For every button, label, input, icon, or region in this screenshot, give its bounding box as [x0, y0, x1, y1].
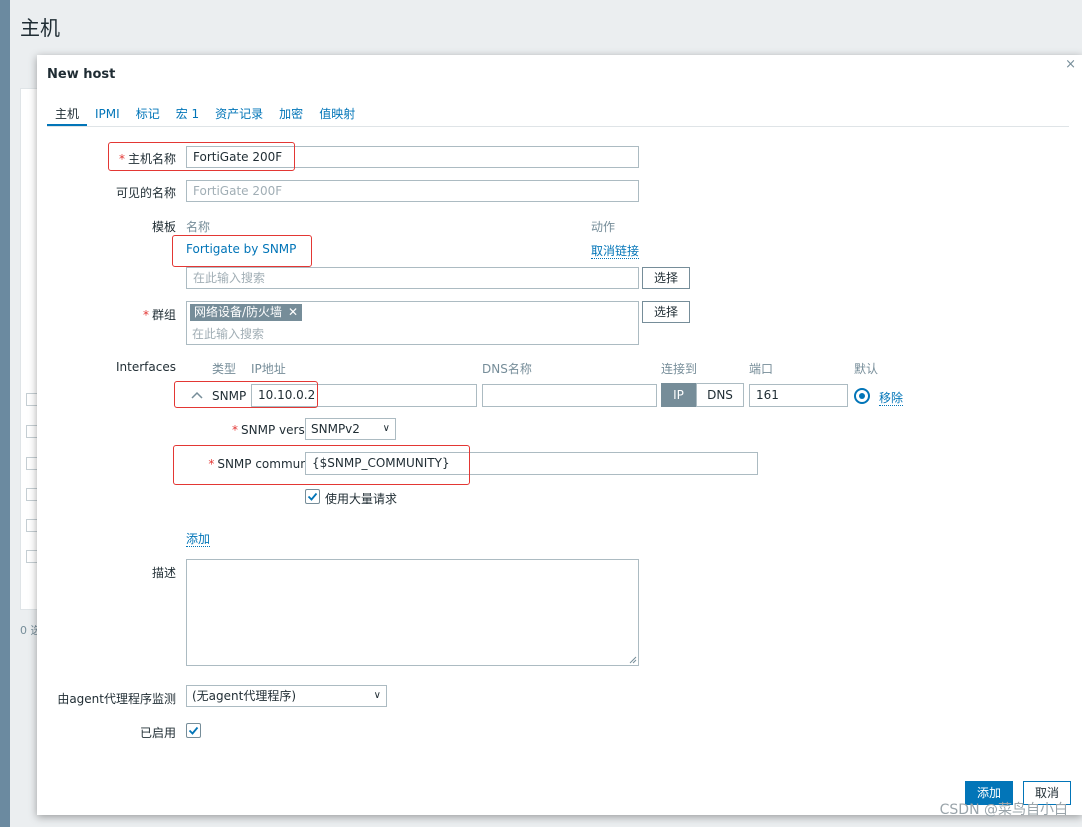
tab-ipmi[interactable]: IPMI — [87, 104, 128, 126]
highlight-box-snmp-community — [173, 445, 470, 485]
page-header — [10, 0, 1082, 48]
iface-dns-input[interactable] — [482, 384, 657, 407]
description-textarea[interactable] — [186, 559, 639, 666]
connect-ip-option[interactable]: IP — [661, 383, 696, 407]
left-sidebar-strip — [0, 0, 10, 827]
visible-name-input[interactable]: FortiGate 200F — [186, 180, 639, 202]
tab-inventory[interactable]: 资产记录 — [207, 104, 271, 126]
groups-search-placeholder[interactable]: 在此输入搜索 — [192, 325, 264, 342]
visible-name-label: 可见的名称 — [115, 186, 176, 200]
chevron-down-icon: ∨ — [373, 690, 381, 701]
unlink-template-link[interactable]: 取消链接 — [591, 242, 640, 259]
iface-port-header: 端口 — [749, 362, 774, 376]
chevron-down-icon: ∨ — [382, 423, 390, 434]
highlight-box-template — [172, 235, 312, 267]
snmp-version-select[interactable]: SNMPv2 ∨ — [305, 418, 396, 440]
iface-ip-header: IP地址 — [251, 362, 286, 376]
bulk-requests-checkbox[interactable] — [305, 489, 320, 504]
templates-action-header: 动作 — [591, 220, 616, 234]
default-interface-radio[interactable] — [854, 388, 870, 404]
enabled-label: 已启用 — [139, 726, 176, 740]
templates-label: 模板 — [151, 220, 176, 234]
template-search-input[interactable]: 在此输入搜索 — [186, 267, 639, 289]
iface-dns-header: DNS名称 — [482, 362, 532, 376]
remove-tag-icon[interactable]: ✕ — [288, 305, 298, 319]
description-label: 描述 — [151, 566, 176, 580]
add-interface-link[interactable]: 添加 — [186, 530, 211, 547]
highlight-box-interface — [174, 381, 318, 408]
iface-connect-header: 连接到 — [661, 362, 698, 376]
highlight-box-host-name — [108, 142, 295, 171]
tab-encryption[interactable]: 加密 — [271, 104, 311, 126]
proxy-label: 由agent代理程序监测 — [57, 692, 176, 706]
iface-default-header: 默认 — [854, 362, 879, 376]
tab-host[interactable]: 主机 — [47, 104, 88, 126]
dialog-title: New host — [47, 67, 116, 82]
tab-bar: 主机 IPMI 标记 宏 1 资产记录 加密 值映射 — [47, 104, 363, 126]
groups-label: * 群组 — [142, 308, 176, 322]
tab-macros[interactable]: 宏 1 — [168, 104, 207, 126]
proxy-select[interactable]: (无agent代理程序) ∨ — [186, 685, 387, 707]
close-icon[interactable]: × — [1065, 57, 1076, 72]
bulk-requests-label: 使用大量请求 — [325, 492, 398, 506]
tab-tags[interactable]: 标记 — [128, 104, 168, 126]
template-select-button[interactable]: 选择 — [642, 267, 690, 289]
watermark-text: CSDN @菜鸟自小白 — [939, 802, 1068, 818]
groups-select-button[interactable]: 选择 — [642, 301, 690, 323]
tab-value-mapping[interactable]: 值映射 — [311, 104, 363, 126]
connect-dns-option[interactable]: DNS — [696, 383, 744, 407]
resize-grip-icon[interactable] — [629, 656, 637, 664]
templates-name-header: 名称 — [186, 220, 211, 234]
group-tag: 网络设备/防火墙 ✕ — [190, 304, 303, 321]
iface-port-input[interactable]: 161 — [749, 384, 848, 407]
iface-type-header: 类型 — [212, 362, 237, 376]
remove-interface-link[interactable]: 移除 — [879, 389, 904, 406]
interfaces-label: Interfaces — [116, 360, 176, 374]
page-title: 主机 — [20, 16, 60, 40]
connect-to-toggle: IP DNS — [661, 383, 744, 407]
tab-divider — [47, 126, 1069, 127]
new-host-dialog: New host × 主机 IPMI 标记 宏 1 资产记录 加密 值映射 * 主… — [37, 55, 1082, 815]
enabled-checkbox[interactable] — [186, 723, 201, 738]
